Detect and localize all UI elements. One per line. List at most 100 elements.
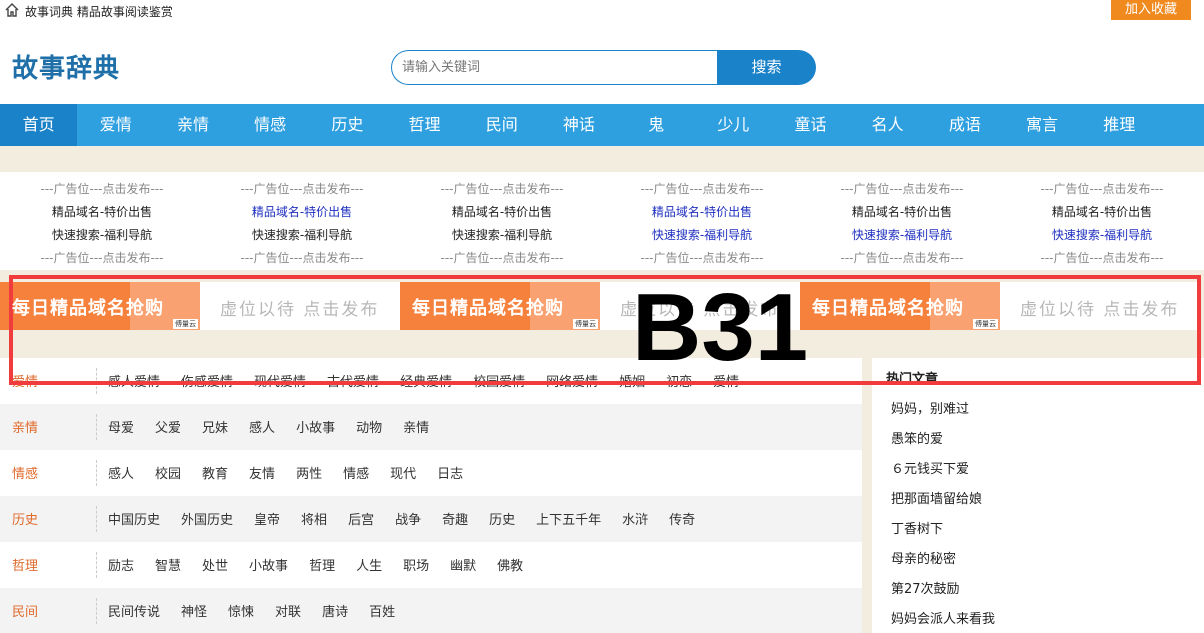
- category-link[interactable]: 父爱: [155, 421, 181, 436]
- category-link[interactable]: 传奇: [669, 513, 695, 528]
- nav-item-children[interactable]: 少儿: [695, 104, 772, 146]
- category-link[interactable]: 上下五千年: [536, 513, 601, 528]
- category-link[interactable]: 惊悚: [228, 605, 254, 620]
- category-link[interactable]: 幽默: [450, 559, 476, 574]
- ad-column[interactable]: ---广告位---点击发布--- 精品域名-特价出售 快速搜索-福利导航 ---…: [602, 178, 802, 270]
- nav-item-home[interactable]: 首页: [0, 104, 78, 146]
- category-link[interactable]: 动物: [356, 421, 382, 436]
- search-input[interactable]: [391, 50, 721, 85]
- category-label[interactable]: 历史: [12, 509, 38, 528]
- category-link[interactable]: 对联: [275, 605, 301, 620]
- nav-item-idiom[interactable]: 成语: [926, 104, 1003, 146]
- nav-item-philosophy[interactable]: 哲理: [386, 104, 463, 146]
- category-link[interactable]: 友情: [249, 467, 275, 482]
- category-link[interactable]: 励志: [108, 559, 134, 574]
- ad-slot-text: ---广告位---点击发布---: [640, 251, 764, 265]
- top-bar: 故事词典 精品故事阅读鉴赏 加入收藏: [0, 0, 1204, 22]
- ad-search-link[interactable]: 快速搜索-福利导航: [1002, 224, 1202, 247]
- category-link[interactable]: 奇趣: [442, 513, 468, 528]
- category-label[interactable]: 哲理: [12, 555, 38, 574]
- ad-search-link[interactable]: 快速搜索-福利导航: [202, 224, 402, 247]
- ad-column[interactable]: ---广告位---点击发布--- 精品域名-特价出售 快速搜索-福利导航 ---…: [202, 178, 402, 270]
- category-link[interactable]: 智慧: [155, 559, 181, 574]
- category-link[interactable]: 后宫: [348, 513, 374, 528]
- article-link[interactable]: 丁香树下: [891, 518, 943, 537]
- ad-column[interactable]: ---广告位---点击发布--- 精品域名-特价出售 快速搜索-福利导航 ---…: [402, 178, 602, 270]
- category-link[interactable]: 外国历史: [181, 513, 233, 528]
- nav-item-myth[interactable]: 神话: [540, 104, 617, 146]
- category-link[interactable]: 水浒: [622, 513, 648, 528]
- ad-search-link[interactable]: 快速搜索-福利导航: [402, 224, 602, 247]
- category-link[interactable]: 战争: [395, 513, 421, 528]
- nav-item-folk[interactable]: 民间: [463, 104, 540, 146]
- nav-item-fable[interactable]: 寓言: [1003, 104, 1080, 146]
- ad-column[interactable]: ---广告位---点击发布--- 精品域名-特价出售 快速搜索-福利导航 ---…: [2, 178, 202, 270]
- category-link[interactable]: 日志: [437, 467, 463, 482]
- ad-domain-link[interactable]: 精品域名-特价出售: [1002, 201, 1202, 224]
- nav-item-history[interactable]: 历史: [309, 104, 386, 146]
- ad-slot-text: ---广告位---点击发布---: [1040, 251, 1164, 265]
- category-link[interactable]: 教育: [202, 467, 228, 482]
- nav-item-ghost[interactable]: 鬼: [618, 104, 695, 146]
- article-link[interactable]: ６元钱买下爱: [891, 458, 969, 477]
- category-link[interactable]: 皇帝: [254, 513, 280, 528]
- ad-domain-link[interactable]: 精品域名-特价出售: [602, 201, 802, 224]
- ad-slot-text: ---广告位---点击发布---: [440, 251, 564, 265]
- home-icon[interactable]: [4, 2, 20, 18]
- ad-domain-link[interactable]: 精品域名-特价出售: [2, 201, 202, 224]
- divider: [96, 552, 97, 578]
- ad-domain-link[interactable]: 精品域名-特价出售: [802, 201, 1002, 224]
- nav-item-family[interactable]: 亲情: [154, 104, 231, 146]
- nav-item-mystery[interactable]: 推理: [1081, 104, 1158, 146]
- ad-column[interactable]: ---广告位---点击发布--- 精品域名-特价出售 快速搜索-福利导航 ---…: [802, 178, 1002, 270]
- article-link[interactable]: 愚笨的爱: [891, 428, 943, 447]
- category-link[interactable]: 母爱: [108, 421, 134, 436]
- category-link[interactable]: 哲理: [309, 559, 335, 574]
- category-link[interactable]: 情感: [343, 467, 369, 482]
- nav-item-emotion[interactable]: 情感: [232, 104, 309, 146]
- category-link[interactable]: 感人: [108, 467, 134, 482]
- article-link[interactable]: 第27次鼓励: [891, 578, 960, 597]
- category-link[interactable]: 唐诗: [322, 605, 348, 620]
- article-link[interactable]: 把那面墙留给娘: [891, 488, 982, 507]
- site-logo[interactable]: 故事辞典: [12, 48, 120, 85]
- category-link[interactable]: 佛教: [497, 559, 523, 574]
- ad-search-link[interactable]: 快速搜索-福利导航: [802, 224, 1002, 247]
- ad-search-link[interactable]: 快速搜索-福利导航: [2, 224, 202, 247]
- ad-column[interactable]: ---广告位---点击发布--- 精品域名-特价出售 快速搜索-福利导航 ---…: [1002, 178, 1202, 270]
- search-button[interactable]: 搜索: [717, 50, 816, 85]
- article-link[interactable]: 妈妈，别难过: [891, 398, 969, 417]
- ad-search-link[interactable]: 快速搜索-福利导航: [602, 224, 802, 247]
- category-link[interactable]: 百姓: [369, 605, 395, 620]
- ad-domain-link[interactable]: 精品域名-特价出售: [402, 201, 602, 224]
- nav-item-celebrity[interactable]: 名人: [849, 104, 926, 146]
- category-link[interactable]: 中国历史: [108, 513, 160, 528]
- category-link[interactable]: 将相: [301, 513, 327, 528]
- category-link[interactable]: 民间传说: [108, 605, 160, 620]
- category-link[interactable]: 神怪: [181, 605, 207, 620]
- category-label[interactable]: 民间: [12, 601, 38, 620]
- category-link[interactable]: 现代: [390, 467, 416, 482]
- category-link[interactable]: 小故事: [296, 421, 335, 436]
- category-label[interactable]: 情感: [12, 463, 38, 482]
- category-link[interactable]: 处世: [202, 559, 228, 574]
- nav-item-fairytale[interactable]: 童话: [772, 104, 849, 146]
- category-link[interactable]: 校园: [155, 467, 181, 482]
- divider: [96, 414, 97, 440]
- category-link[interactable]: 兄妹: [202, 421, 228, 436]
- ad-domain-link[interactable]: 精品域名-特价出售: [202, 201, 402, 224]
- category-link[interactable]: 历史: [489, 513, 515, 528]
- category-link[interactable]: 人生: [356, 559, 382, 574]
- nav-item-love[interactable]: 爱情: [77, 104, 154, 146]
- header: 故事辞典 搜索: [0, 22, 1204, 104]
- add-favorite-button[interactable]: 加入收藏: [1111, 0, 1191, 20]
- category-link[interactable]: 感人: [249, 421, 275, 436]
- category-link[interactable]: 两性: [296, 467, 322, 482]
- category-link[interactable]: 亲情: [403, 421, 429, 436]
- article-link[interactable]: 母亲的秘密: [891, 548, 956, 567]
- category-label[interactable]: 亲情: [12, 417, 38, 436]
- ad-slot-text: ---广告位---点击发布---: [840, 182, 964, 196]
- category-link[interactable]: 小故事: [249, 559, 288, 574]
- article-link[interactable]: 妈妈会派人来看我: [891, 608, 995, 627]
- category-link[interactable]: 职场: [403, 559, 429, 574]
